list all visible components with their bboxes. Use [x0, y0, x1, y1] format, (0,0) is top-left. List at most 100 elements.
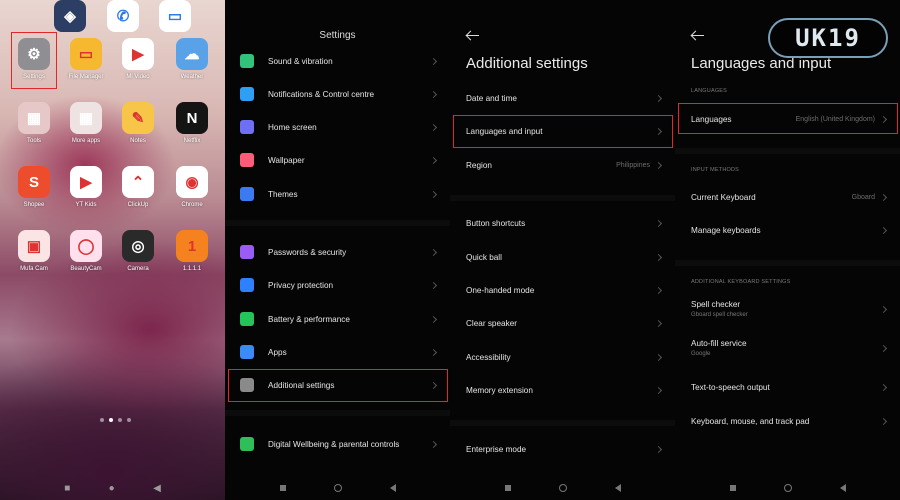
- additional-item-one-handed-mode[interactable]: One-handed mode: [450, 275, 675, 305]
- additional-item-accessibility[interactable]: Accessibility: [450, 342, 675, 372]
- lang-item-auto-fill-service[interactable]: Auto-fill service Google: [675, 333, 900, 363]
- home-button[interactable]: [333, 484, 342, 492]
- app-yt-kids[interactable]: ▶ YT Kids: [60, 166, 112, 208]
- settings-item-label: Passwords & security: [268, 247, 347, 257]
- additional-item-clear-speaker[interactable]: Clear speaker: [450, 308, 675, 338]
- chevron-right-icon: [654, 94, 663, 102]
- recents-button[interactable]: ■: [64, 483, 70, 494]
- dock-messages[interactable]: ▭: [149, 0, 201, 32]
- settings-item-privacy-protection[interactable]: Privacy protection: [225, 270, 450, 300]
- lang-item-label: Keyboard, mouse, and track pad: [691, 416, 810, 426]
- lang-item-text-to-speech-output[interactable]: Text-to-speech output: [675, 372, 900, 402]
- back-button[interactable]: [389, 484, 396, 492]
- chevron-right-icon: [879, 383, 888, 391]
- app-label: Weather: [180, 74, 204, 80]
- section-divider: [450, 420, 675, 426]
- home-screen: ⚙ Settings ▭ File Manager ▶ Mi Video ☁ Weather ▦…: [0, 0, 225, 500]
- section-divider: [450, 195, 675, 201]
- lang-item-value: Gboard: [851, 193, 875, 201]
- lang-item-keyboard-mouse-and-track-pad[interactable]: Keyboard, mouse, and track pad: [675, 406, 900, 436]
- app-more-apps[interactable]: ▦ More apps: [60, 102, 112, 144]
- recents-button[interactable]: [729, 485, 736, 491]
- settings-item-wallpaper[interactable]: Wallpaper: [225, 145, 450, 175]
- additional-item-memory-extension[interactable]: Memory extension: [450, 375, 675, 405]
- additional-item-enterprise-mode[interactable]: Enterprise mode: [450, 434, 675, 464]
- app-1-1-1-1[interactable]: 1 1.1.1.1: [166, 230, 218, 272]
- section-label-languages: LANGUAGES: [691, 88, 728, 94]
- lang-item-spell-checker[interactable]: Spell checker Gboard spell checker: [675, 294, 900, 324]
- chevron-right-icon: [654, 253, 663, 261]
- chevron-right-icon: [429, 57, 438, 65]
- back-arrow-icon[interactable]: [691, 30, 705, 42]
- settings-item-label: Privacy protection: [268, 280, 334, 290]
- app-beautycam[interactable]: ◯ BeautyCam: [60, 230, 112, 272]
- back-button[interactable]: [839, 484, 846, 492]
- recents-button[interactable]: [504, 485, 511, 491]
- settings-item-apps[interactable]: Apps: [225, 337, 450, 367]
- app-weather[interactable]: ☁ Weather: [166, 38, 218, 80]
- battery-icon: [240, 312, 254, 326]
- lang-item-label: Auto-fill service: [691, 339, 747, 348]
- settings-item-battery-performance[interactable]: Battery & performance: [225, 304, 450, 334]
- recents-button[interactable]: [279, 485, 286, 491]
- chevron-right-icon: [429, 190, 438, 198]
- app-label: Notes: [130, 138, 146, 144]
- system-nav-bar: [675, 484, 900, 492]
- additional-item-label: Clear speaker: [466, 318, 517, 328]
- app-chrome[interactable]: ◉ Chrome: [166, 166, 218, 208]
- beautycam-icon: ◯: [70, 230, 102, 262]
- back-button[interactable]: ◀: [153, 483, 161, 494]
- additional-item-quick-ball[interactable]: Quick ball: [450, 242, 675, 272]
- app-file-manager[interactable]: ▭ File Manager: [60, 38, 112, 80]
- chevron-right-icon: [654, 386, 663, 394]
- lang-item-subtitle: Google: [691, 351, 711, 357]
- dock-game[interactable]: ◈: [44, 0, 96, 32]
- settings-item-label: Themes: [268, 189, 298, 199]
- notes-icon: ✎: [122, 102, 154, 134]
- languages-input-highlight: [453, 115, 673, 148]
- additional-item-label: Button shortcuts: [466, 218, 526, 228]
- app-mi-video[interactable]: ▶ Mi Video: [112, 38, 164, 80]
- back-button[interactable]: [614, 484, 621, 492]
- settings-item-home-screen[interactable]: Home screen: [225, 112, 450, 142]
- settings-item-sound-vibration[interactable]: Sound & vibration: [225, 46, 450, 76]
- app-netflix[interactable]: N Netflix: [166, 102, 218, 144]
- settings-item-digital-wellbeing-parental-controls[interactable]: Digital Wellbeing & parental controls: [225, 429, 450, 459]
- settings-item-passwords-security[interactable]: Passwords & security: [225, 237, 450, 267]
- settings-item-themes[interactable]: Themes: [225, 179, 450, 209]
- settings-item-label: Notifications & Control centre: [268, 89, 375, 99]
- additional-item-region[interactable]: Region Philippines: [450, 150, 675, 180]
- additional-item-date-and-time[interactable]: Date and time: [450, 83, 675, 113]
- settings-item-notifications-control-centre[interactable]: Notifications & Control centre: [225, 79, 450, 109]
- chevron-right-icon: [879, 344, 888, 352]
- lang-item-manage-keyboards[interactable]: Manage keyboards: [675, 215, 900, 245]
- lang-item-label: Spell checker: [691, 300, 741, 309]
- app-mufa-cam[interactable]: ▣ Mufa Cam: [8, 230, 60, 272]
- app-camera[interactable]: ◎ Camera: [112, 230, 164, 272]
- additional-item-button-shortcuts[interactable]: Button shortcuts: [450, 208, 675, 238]
- system-nav-bar: [225, 484, 450, 492]
- home-button[interactable]: [783, 484, 792, 492]
- back-arrow-icon[interactable]: [466, 30, 480, 42]
- folder-icon: ▭: [70, 38, 102, 70]
- chevron-right-icon: [429, 90, 438, 98]
- languages-input-screen: Languages and input LANGUAGES INPUT METH…: [675, 0, 900, 500]
- settings-item-label: Apps: [268, 347, 287, 357]
- app-shopee[interactable]: S Shopee: [8, 166, 60, 208]
- chrome-icon: ◉: [176, 166, 208, 198]
- dock-phone[interactable]: ✆: [97, 0, 149, 32]
- app-clickup[interactable]: ⌃ ClickUp: [112, 166, 164, 208]
- lang-item-current-keyboard[interactable]: Current Keyboard Gboard: [675, 182, 900, 212]
- app-notes[interactable]: ✎ Notes: [112, 102, 164, 144]
- sound-icon: [240, 54, 254, 68]
- home-button[interactable]: [558, 484, 567, 492]
- home-button[interactable]: ●: [109, 483, 115, 494]
- app-tools[interactable]: ▦ Tools: [8, 102, 60, 144]
- wallpaper-icon: [240, 153, 254, 167]
- additional-item-label: One-handed mode: [466, 285, 535, 295]
- chevron-right-icon: [429, 315, 438, 323]
- additional-item-label: Accessibility: [466, 352, 511, 362]
- lang-item-label: Text-to-speech output: [691, 382, 770, 392]
- lang-item-text: Keyboard, mouse, and track pad: [691, 417, 881, 426]
- app-label: Netflix: [183, 138, 201, 144]
